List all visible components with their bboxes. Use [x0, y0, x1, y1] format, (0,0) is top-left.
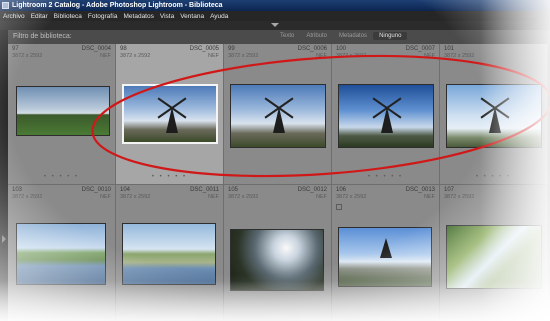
- rating-dots[interactable]: • • • • •: [332, 174, 439, 180]
- cell-dimensions: 3872 x 2592: [444, 194, 475, 200]
- filter-title: Filtro de biblioteca:: [13, 33, 72, 40]
- thumbnail-cell[interactable]: 104 DSC_0011 3872 x 2592 NEF: [116, 185, 224, 321]
- photo-thumbnail[interactable]: [446, 225, 542, 289]
- cell-filename: DSC_0006: [297, 46, 327, 52]
- photo-thumbnail[interactable]: [230, 229, 324, 291]
- thumbnail-cell[interactable]: 97 DSC_0004 3872 x 2592 NEF • • • • •: [8, 44, 116, 185]
- photo-thumbnail[interactable]: [338, 227, 432, 287]
- thumbnail-grid: 97 DSC_0004 3872 x 2592 NEF • • • • • 98 DSC_0…: [8, 44, 550, 321]
- menu-fotografia[interactable]: Fotografía: [85, 13, 121, 20]
- cell-filename: DSC_0007: [405, 46, 435, 52]
- cell-filename: DSC_0005: [189, 46, 219, 52]
- windmill-shape: [380, 238, 392, 258]
- filter-tabs: Texto Atributo Metadatos Ninguno: [274, 32, 408, 40]
- thumbnail-cell[interactable]: 99 DSC_0006 3872 x 2592 NEF • • • • •: [224, 44, 332, 185]
- cell-dimensions: 3872 x 2592: [120, 194, 151, 200]
- photo-thumbnail[interactable]: [16, 223, 106, 285]
- thumbnail-cell[interactable]: 107 3872 x 2592: [440, 185, 548, 321]
- thumbnail-cell[interactable]: 105 DSC_0012 3872 x 2592 NEF: [224, 185, 332, 321]
- photo-thumbnail[interactable]: [446, 84, 542, 148]
- cell-index: 107: [444, 187, 455, 193]
- cell-filename: DSC_0011: [190, 187, 219, 193]
- rating-dots[interactable]: • • • • •: [224, 174, 331, 180]
- cell-filetype: NEF: [100, 53, 111, 59]
- photo-thumbnail[interactable]: [122, 84, 218, 144]
- cell-filename: DSC_0012: [297, 187, 327, 193]
- left-panel-edge: [0, 30, 8, 321]
- cell-index: 104: [120, 187, 131, 193]
- title-bar: Lightroom 2 Catalog - Adobe Photoshop Li…: [0, 0, 550, 11]
- photo-thumbnail[interactable]: [230, 84, 326, 148]
- menu-ayuda[interactable]: Ayuda: [207, 13, 231, 20]
- cell-index: 98: [120, 46, 127, 52]
- expand-left-panel-icon[interactable]: [2, 235, 6, 243]
- collapse-arrow-icon[interactable]: [271, 23, 279, 27]
- window-title: Lightroom 2 Catalog - Adobe Photoshop Li…: [12, 2, 223, 9]
- cell-dimensions: 3872 x 2592: [336, 194, 367, 200]
- rating-dots[interactable]: • • • • •: [440, 174, 547, 180]
- cell-index: 106: [336, 187, 347, 193]
- cell-index: 103: [12, 187, 23, 193]
- menu-biblioteca[interactable]: Biblioteca: [51, 13, 85, 20]
- cell-index: 100: [336, 46, 347, 52]
- photo-thumbnail[interactable]: [338, 84, 434, 148]
- cell-filetype: NEF: [316, 194, 327, 200]
- top-panel-strip: [0, 21, 550, 30]
- cell-dimensions: 3872 x 2592: [12, 53, 43, 59]
- cell-index: 101: [444, 46, 455, 52]
- filter-tab-texto[interactable]: Texto: [274, 32, 300, 40]
- menu-archivo[interactable]: Archivo: [0, 13, 28, 20]
- cell-filetype: NEF: [208, 194, 219, 200]
- cell-filetype: NEF: [316, 53, 327, 59]
- menu-vista[interactable]: Vista: [157, 13, 177, 20]
- cell-filetype: NEF: [424, 53, 435, 59]
- photo-thumbnail[interactable]: [16, 86, 110, 136]
- cell-filename: DSC_0010: [81, 187, 111, 193]
- menu-metadatos[interactable]: Metadatos: [121, 13, 157, 20]
- cell-filetype: NEF: [100, 194, 111, 200]
- cell-filetype: NEF: [208, 53, 219, 59]
- cell-filename: DSC_0004: [81, 46, 111, 52]
- menu-editar[interactable]: Editar: [28, 13, 51, 20]
- filter-tab-ninguno[interactable]: Ninguno: [373, 32, 408, 40]
- cell-dimensions: 3872 x 2592: [336, 53, 367, 59]
- thumbnail-cell[interactable]: 98 DSC_0005 3872 x 2592 NEF • • • • •: [116, 44, 224, 185]
- cell-filename: DSC_0013: [405, 187, 435, 193]
- cell-dimensions: 3872 x 2592: [12, 194, 43, 200]
- cell-dimensions: 3872 x 2592: [444, 53, 475, 59]
- cell-filetype: NEF: [424, 194, 435, 200]
- menu-ventana[interactable]: Ventana: [177, 13, 207, 20]
- filter-tab-metadatos[interactable]: Metadatos: [333, 32, 373, 40]
- rating-dots[interactable]: • • • • •: [8, 174, 115, 180]
- photo-thumbnail[interactable]: [122, 223, 216, 285]
- cell-index: 105: [228, 187, 239, 193]
- cell-index: 99: [228, 46, 235, 52]
- menu-bar: Archivo Editar Biblioteca Fotografía Met…: [0, 11, 550, 21]
- rating-dots[interactable]: • • • • •: [116, 174, 223, 180]
- thumbnail-cell[interactable]: 106 DSC_0013 3872 x 2592 NEF: [332, 185, 440, 321]
- thumbnail-cell[interactable]: 100 DSC_0007 3872 x 2592 NEF • • • • •: [332, 44, 440, 185]
- cell-dimensions: 3872 x 2592: [228, 194, 259, 200]
- thumbnail-cell[interactable]: 103 DSC_0010 3872 x 2592 NEF: [8, 185, 116, 321]
- cell-dimensions: 3872 x 2592: [228, 53, 259, 59]
- cell-dimensions: 3872 x 2592: [120, 53, 151, 59]
- app-icon: [2, 2, 9, 9]
- metadata-badge-icon: [336, 204, 342, 210]
- thumbnail-cell[interactable]: 101 3872 x 2592 • • • • •: [440, 44, 548, 185]
- cell-index: 97: [12, 46, 19, 52]
- library-filter-bar: Filtro de biblioteca: Texto Atributo Met…: [8, 30, 550, 45]
- lightroom-window: Lightroom 2 Catalog - Adobe Photoshop Li…: [0, 0, 550, 321]
- filter-tab-atributo[interactable]: Atributo: [300, 32, 333, 40]
